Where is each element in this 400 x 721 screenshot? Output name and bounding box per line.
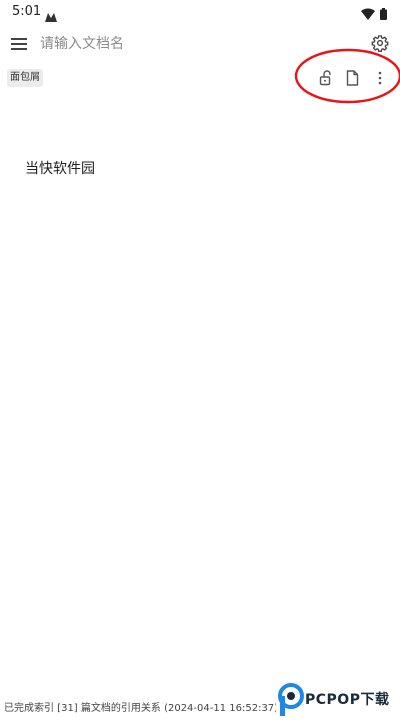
breadcrumb-button[interactable]: 面包屑 — [7, 69, 43, 87]
watermark: PCPOP下载 — [278, 683, 398, 717]
status-time: 5:01 — [12, 4, 42, 19]
index-status-text: 已完成索引 [31] 篇文档的引用关系 (2024-04-11 16:52:37… — [4, 703, 276, 714]
watermark-text: PCPOP下载 — [305, 692, 390, 708]
pcpop-logo-icon — [278, 683, 304, 721]
doc-name-input[interactable] — [40, 32, 340, 56]
battery-icon — [380, 5, 387, 24]
document-content[interactable]: 当快软件园 — [25, 158, 375, 178]
menu-icon[interactable] — [11, 36, 27, 50]
settings-icon[interactable] — [371, 34, 389, 52]
more-vert-icon[interactable] — [377, 70, 383, 90]
file-icon[interactable] — [346, 70, 359, 90]
unlock-icon[interactable] — [319, 70, 333, 90]
status-bar: 5:01 — [0, 0, 400, 24]
content-line: 当快软件园 — [25, 161, 95, 177]
top-bar — [0, 24, 400, 64]
wifi-icon — [361, 5, 375, 24]
toolbar: 面包屑 — [0, 64, 400, 94]
